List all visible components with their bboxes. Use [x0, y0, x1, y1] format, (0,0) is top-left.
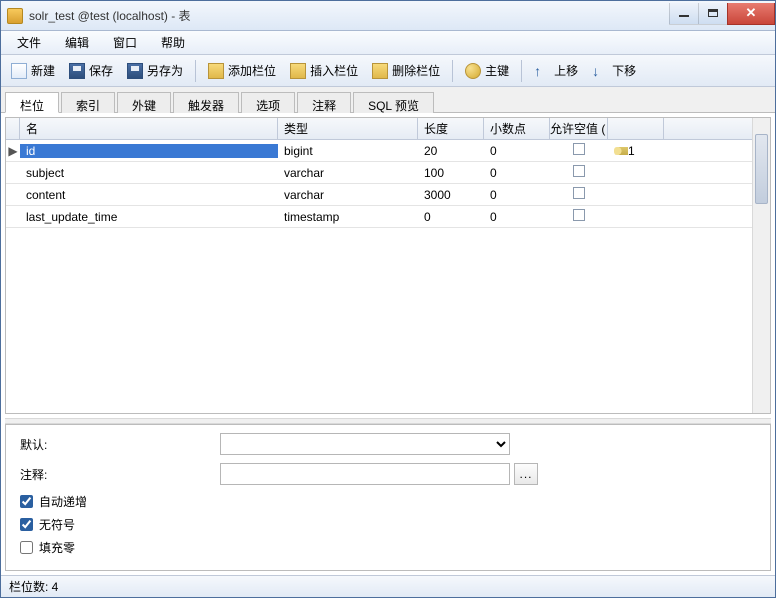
cell-length[interactable]: 0 [418, 210, 484, 224]
auto-increment-checkbox[interactable]: 自动递增 [20, 493, 756, 510]
close-button[interactable]: ✕ [727, 3, 775, 25]
cell-type[interactable]: timestamp [278, 210, 418, 224]
fields-grid: 名 类型 长度 小数点 允许空值 ( ▶idbigint2001subjectv… [5, 117, 771, 414]
cell-name[interactable]: id [20, 144, 278, 158]
col-key[interactable] [608, 118, 664, 139]
table-row[interactable]: last_update_timetimestamp00 [6, 206, 752, 228]
app-icon [7, 8, 23, 24]
cell-name[interactable]: content [20, 188, 278, 202]
key-icon [465, 63, 481, 79]
cell-null[interactable] [550, 143, 608, 158]
menu-help[interactable]: 帮助 [149, 31, 197, 54]
move-down-button[interactable]: 下移 [586, 59, 642, 82]
toolbar: 新建 保存 另存为 添加栏位 插入栏位 删除栏位 主键 上移 下移 [1, 55, 775, 87]
cell-decimals[interactable]: 0 [484, 166, 550, 180]
primary-key-button[interactable]: 主键 [459, 59, 515, 82]
grid-header: 名 类型 长度 小数点 允许空值 ( [6, 118, 752, 140]
cell-length[interactable]: 100 [418, 166, 484, 180]
menu-edit[interactable]: 编辑 [53, 31, 101, 54]
maximize-button[interactable] [698, 3, 728, 25]
menu-window[interactable]: 窗口 [101, 31, 149, 54]
col-allow-null[interactable]: 允许空值 ( [550, 118, 608, 139]
arrow-down-icon [592, 63, 608, 79]
add-field-button[interactable]: 添加栏位 [202, 59, 282, 82]
delete-field-button[interactable]: 删除栏位 [366, 59, 446, 82]
col-name[interactable]: 名 [20, 118, 278, 139]
comment-more-button[interactable]: ... [514, 463, 538, 485]
cell-type[interactable]: varchar [278, 188, 418, 202]
cell-decimals[interactable]: 0 [484, 144, 550, 158]
window-title: solr_test @test (localhost) - 表 [29, 7, 670, 24]
checkbox-icon[interactable] [573, 209, 585, 221]
statusbar: 栏位数: 4 [1, 575, 775, 597]
add-field-icon [208, 63, 224, 79]
tab-sql-preview[interactable]: SQL 预览 [353, 92, 434, 113]
saveas-button[interactable]: 另存为 [121, 59, 189, 82]
row-marker: ▶ [6, 144, 20, 158]
comment-label: 注释: [20, 466, 220, 483]
cell-name[interactable]: last_update_time [20, 210, 278, 224]
new-icon [11, 63, 27, 79]
toolbar-sep [452, 60, 453, 82]
cell-length[interactable]: 3000 [418, 188, 484, 202]
arrow-up-icon [534, 63, 550, 79]
minimize-button[interactable] [669, 3, 699, 25]
cell-length[interactable]: 20 [418, 144, 484, 158]
cell-decimals[interactable]: 0 [484, 188, 550, 202]
cell-name[interactable]: subject [20, 166, 278, 180]
default-select[interactable] [220, 433, 510, 455]
primary-key-icon [614, 147, 628, 155]
grid-scrollbar[interactable] [752, 118, 770, 413]
window-controls: ✕ [670, 3, 775, 25]
checkbox-icon[interactable] [573, 165, 585, 177]
tab-triggers[interactable]: 触发器 [173, 92, 239, 113]
cell-null[interactable] [550, 187, 608, 202]
cell-null[interactable] [550, 209, 608, 224]
app-window: solr_test @test (localhost) - 表 ✕ 文件 编辑 … [0, 0, 776, 598]
tab-indexes[interactable]: 索引 [61, 92, 115, 113]
delete-field-icon [372, 63, 388, 79]
save-button[interactable]: 保存 [63, 59, 119, 82]
zerofill-checkbox[interactable]: 填充零 [20, 539, 756, 556]
save-icon [69, 63, 85, 79]
insert-field-button[interactable]: 插入栏位 [284, 59, 364, 82]
cell-type[interactable]: bigint [278, 144, 418, 158]
new-button[interactable]: 新建 [5, 59, 61, 82]
tab-foreign-keys[interactable]: 外键 [117, 92, 171, 113]
cell-decimals[interactable]: 0 [484, 210, 550, 224]
titlebar[interactable]: solr_test @test (localhost) - 表 ✕ [1, 1, 775, 31]
col-length[interactable]: 长度 [418, 118, 484, 139]
tabbar: 栏位 索引 外键 触发器 选项 注释 SQL 预览 [1, 87, 775, 113]
move-up-button[interactable]: 上移 [528, 59, 584, 82]
saveas-icon [127, 63, 143, 79]
table-row[interactable]: subjectvarchar1000 [6, 162, 752, 184]
tab-options[interactable]: 选项 [241, 92, 295, 113]
unsigned-checkbox[interactable]: 无符号 [20, 516, 756, 533]
checkbox-icon[interactable] [573, 187, 585, 199]
insert-field-icon [290, 63, 306, 79]
table-row[interactable]: contentvarchar30000 [6, 184, 752, 206]
cell-null[interactable] [550, 165, 608, 180]
cell-key[interactable]: 1 [608, 144, 664, 158]
field-count: 栏位数: 4 [9, 578, 58, 595]
toolbar-sep [195, 60, 196, 82]
table-row[interactable]: ▶idbigint200 1 [6, 140, 752, 162]
col-decimals[interactable]: 小数点 [484, 118, 550, 139]
field-properties: 默认: 注释: ... 自动递增 无符号 填充零 [5, 424, 771, 571]
col-type[interactable]: 类型 [278, 118, 418, 139]
default-label: 默认: [20, 436, 220, 453]
tab-comments[interactable]: 注释 [297, 92, 351, 113]
tab-fields[interactable]: 栏位 [5, 92, 59, 113]
checkbox-icon[interactable] [573, 143, 585, 155]
toolbar-sep [521, 60, 522, 82]
menubar: 文件 编辑 窗口 帮助 [1, 31, 775, 55]
menu-file[interactable]: 文件 [5, 31, 53, 54]
comment-input[interactable] [220, 463, 510, 485]
scroll-thumb[interactable] [755, 134, 768, 204]
cell-type[interactable]: varchar [278, 166, 418, 180]
